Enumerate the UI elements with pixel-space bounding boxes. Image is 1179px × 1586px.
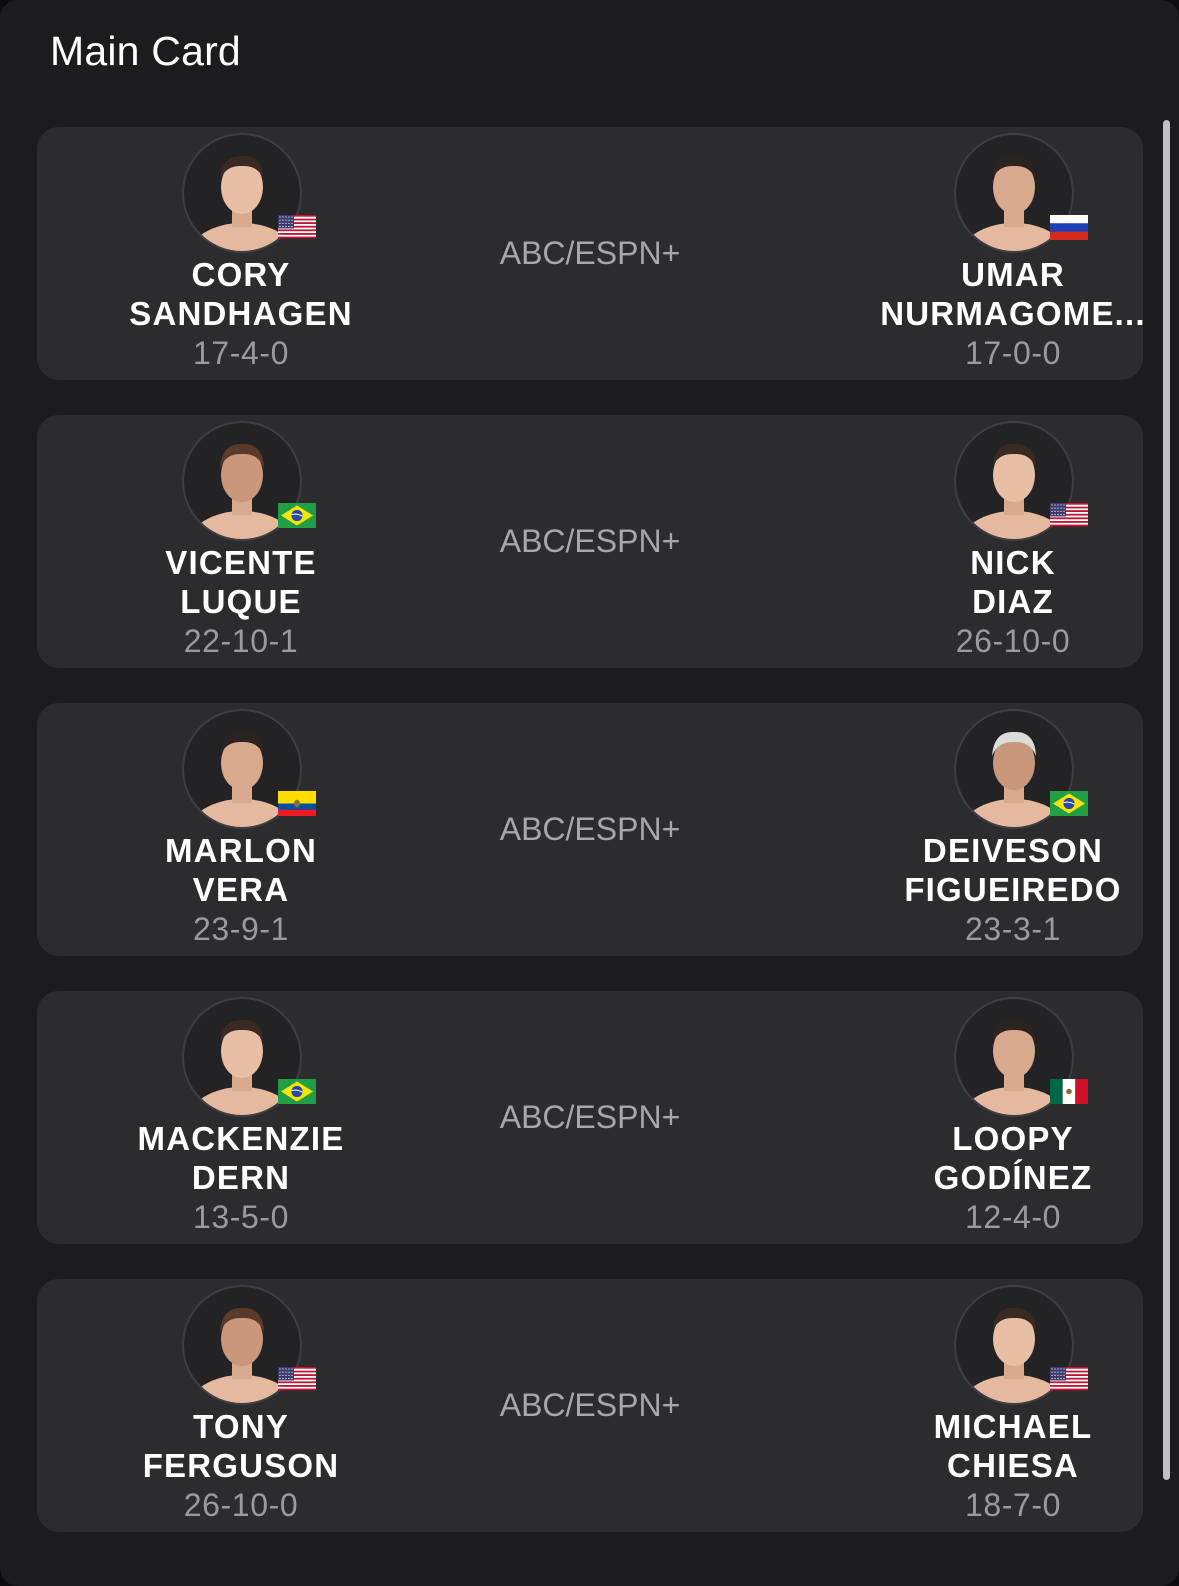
fighter-name: UMAR NURMAGOME...: [863, 255, 1163, 333]
broadcast-label: ABC/ESPN+: [499, 235, 681, 271]
main-card-panel: Main Card CORY SANDHAGEN 17-4-0 ABC/ESPN…: [0, 0, 1179, 1586]
fight-card[interactable]: VICENTE LUQUE 22-10-1 ABC/ESPN+ NICK DIA…: [37, 415, 1143, 668]
mexico-flag-icon: [1050, 1079, 1088, 1104]
us-flag-icon: [278, 1367, 316, 1392]
fighter-name: DEIVESON FIGUEIREDO: [863, 831, 1163, 909]
fighter-record: 17-4-0: [192, 335, 290, 371]
fighter-first-name: LOOPY: [952, 1120, 1074, 1157]
fighter-right[interactable]: NICK DIAZ 26-10-0: [863, 415, 1163, 668]
fighter-name: MICHAEL CHIESA: [863, 1407, 1163, 1485]
fighter-first-name: UMAR: [961, 256, 1065, 293]
fighter-last-name: SANDHAGEN: [129, 295, 353, 332]
us-flag-icon: [1050, 1367, 1088, 1392]
fight-card[interactable]: MACKENZIE DERN 13-5-0 ABC/ESPN+ LOOPY GO…: [37, 991, 1143, 1244]
us-flag-icon: [1050, 503, 1088, 528]
fighter-first-name: TONY: [193, 1408, 289, 1445]
fighter-record: 13-5-0: [192, 1199, 290, 1235]
fighter-first-name: NICK: [970, 544, 1056, 581]
fighter-name: NICK DIAZ: [863, 543, 1163, 621]
fighter-first-name: CORY: [191, 256, 291, 293]
fighter-record: 18-7-0: [964, 1487, 1062, 1523]
fighter-left[interactable]: MACKENZIE DERN 13-5-0: [91, 991, 391, 1244]
fighter-first-name: VICENTE: [165, 544, 317, 581]
fighter-name: MARLON VERA: [91, 831, 391, 909]
fighter-last-name: VERA: [192, 871, 290, 908]
fighter-left[interactable]: CORY SANDHAGEN 17-4-0: [91, 127, 391, 380]
ecuador-flag-icon: [278, 791, 316, 816]
fighter-name: TONY FERGUSON: [91, 1407, 391, 1485]
broadcast-label: ABC/ESPN+: [499, 1099, 681, 1135]
fighter-record: 23-9-1: [192, 911, 290, 947]
brazil-flag-icon: [278, 1079, 316, 1104]
brazil-flag-icon: [278, 503, 316, 528]
fighter-right[interactable]: MICHAEL CHIESA 18-7-0: [863, 1279, 1163, 1532]
fighter-left[interactable]: MARLON VERA 23-9-1: [91, 703, 391, 956]
broadcast-label: ABC/ESPN+: [499, 811, 681, 847]
fighter-last-name: LUQUE: [180, 583, 302, 620]
fighter-record: 26-10-0: [183, 1487, 299, 1523]
fighter-first-name: MICHAEL: [933, 1408, 1093, 1445]
fighter-first-name: MARLON: [164, 832, 317, 869]
scrollbar[interactable]: [1163, 120, 1170, 1480]
fighter-right[interactable]: UMAR NURMAGOME... 17-0-0: [863, 127, 1163, 380]
fighter-record: 17-0-0: [964, 335, 1062, 371]
brazil-flag-icon: [1050, 791, 1088, 816]
fighter-record: 23-3-1: [964, 911, 1062, 947]
us-flag-icon: [278, 215, 316, 240]
page-title: Main Card: [50, 28, 241, 74]
fighter-record: 22-10-1: [183, 623, 299, 659]
fighter-right[interactable]: LOOPY GODÍNEZ 12-4-0: [863, 991, 1163, 1244]
fighter-right[interactable]: DEIVESON FIGUEIREDO 23-3-1: [863, 703, 1163, 956]
fighter-record: 12-4-0: [964, 1199, 1062, 1235]
fighter-last-name: DERN: [191, 1159, 291, 1196]
fight-card[interactable]: CORY SANDHAGEN 17-4-0 ABC/ESPN+ UMAR NUR…: [37, 127, 1145, 380]
fighter-record: 26-10-0: [955, 623, 1071, 659]
broadcast-label: ABC/ESPN+: [499, 523, 681, 559]
fighter-name: VICENTE LUQUE: [91, 543, 391, 621]
fighter-left[interactable]: TONY FERGUSON 26-10-0: [91, 1279, 391, 1532]
fighter-first-name: MACKENZIE: [137, 1120, 345, 1157]
fighter-last-name: CHIESA: [947, 1447, 1079, 1484]
fighter-last-name: DIAZ: [972, 583, 1054, 620]
broadcast-label: ABC/ESPN+: [499, 1387, 681, 1423]
fighter-last-name: GODÍNEZ: [933, 1159, 1093, 1196]
fighter-last-name: FERGUSON: [142, 1447, 340, 1484]
fighter-name: LOOPY GODÍNEZ: [863, 1119, 1163, 1197]
fight-card[interactable]: MARLON VERA 23-9-1 ABC/ESPN+ DEIVESON FI…: [37, 703, 1143, 956]
fighter-name: MACKENZIE DERN: [91, 1119, 391, 1197]
russia-flag-icon: [1050, 215, 1088, 240]
fight-card[interactable]: TONY FERGUSON 26-10-0 ABC/ESPN+ MICHAEL …: [37, 1279, 1143, 1532]
fighter-name: CORY SANDHAGEN: [91, 255, 391, 333]
fighter-left[interactable]: VICENTE LUQUE 22-10-1: [91, 415, 391, 668]
fighter-last-name: FIGUEIREDO: [904, 871, 1122, 908]
fighter-last-name: NURMAGOME...: [880, 295, 1146, 332]
fighter-first-name: DEIVESON: [922, 832, 1104, 869]
